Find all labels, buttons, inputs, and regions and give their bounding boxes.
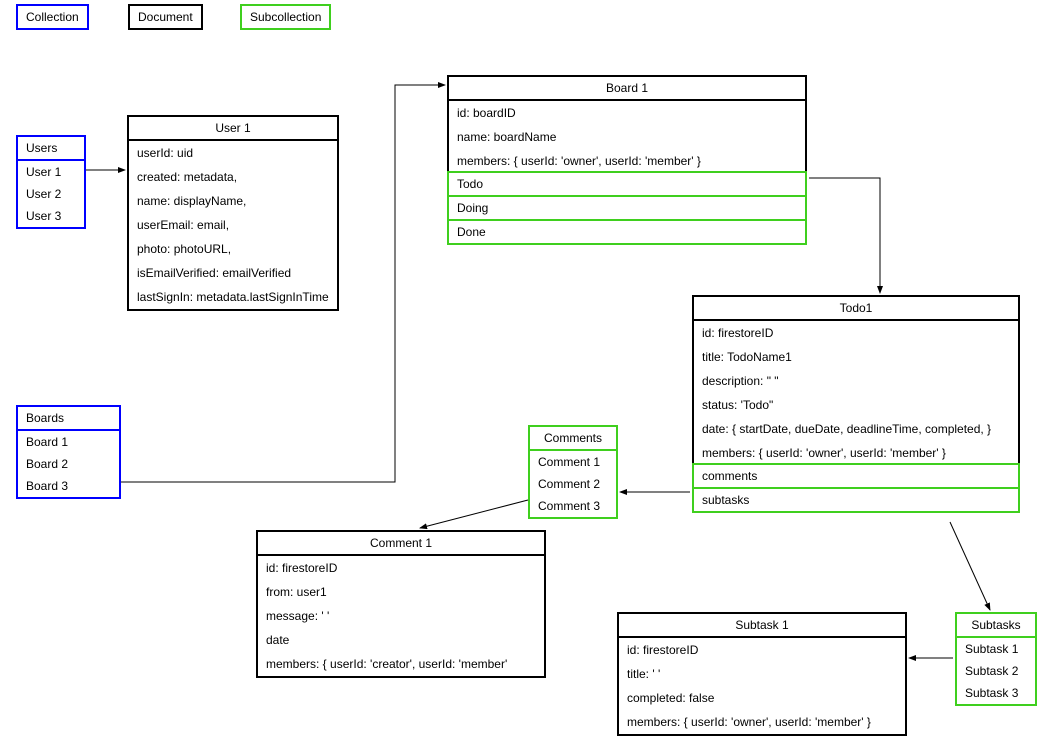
board1-title: Board 1 <box>449 77 805 101</box>
todo1-subcollection-comments: comments <box>692 463 1020 489</box>
user1-field: userEmail: email, <box>129 213 337 237</box>
comment1-field: id: firestoreID <box>258 556 544 580</box>
subtasks-subcollection: Subtasks Subtask 1 Subtask 2 Subtask 3 <box>955 612 1037 706</box>
todo1-title: Todo1 <box>694 297 1018 321</box>
legend-subcollection: Subcollection <box>240 4 331 30</box>
comment1-field: message: ' ' <box>258 604 544 628</box>
board1-subcollection-done: Done <box>447 219 807 245</box>
subtasks-item: Subtask 2 <box>957 660 1035 682</box>
users-collection: Users User 1 User 2 User 3 <box>16 135 86 229</box>
subtasks-title: Subtasks <box>957 614 1035 638</box>
board1-subcollection-todo: Todo <box>447 171 807 197</box>
board1-field: id: boardID <box>449 101 805 125</box>
subtasks-item: Subtask 1 <box>957 638 1035 660</box>
user1-title: User 1 <box>129 117 337 141</box>
todo1-field: date: { startDate, dueDate, deadlineTime… <box>694 417 1018 441</box>
subtask1-field: title: ' ' <box>619 662 905 686</box>
board1-field: name: boardName <box>449 125 805 149</box>
comments-item: Comment 3 <box>530 495 616 517</box>
board1-subcollection-doing: Doing <box>447 195 807 221</box>
users-item: User 2 <box>18 183 84 205</box>
boards-item: Board 1 <box>18 431 119 453</box>
todo1-field: description: " " <box>694 369 1018 393</box>
user1-field: lastSignIn: metadata.lastSignInTime <box>129 285 337 309</box>
boards-title: Boards <box>18 407 119 431</box>
boards-item: Board 2 <box>18 453 119 475</box>
board1-document: Board 1 id: boardID name: boardName memb… <box>447 75 807 245</box>
todo1-field: status: 'Todo" <box>694 393 1018 417</box>
subtask1-field: members: { userId: 'owner', userId: 'mem… <box>619 710 905 734</box>
comments-item: Comment 2 <box>530 473 616 495</box>
users-title: Users <box>18 137 84 161</box>
todo1-document: Todo1 id: firestoreID title: TodoName1 d… <box>692 295 1020 513</box>
users-item: User 3 <box>18 205 84 227</box>
comments-title: Comments <box>530 427 616 451</box>
subtask1-field: completed: false <box>619 686 905 710</box>
todo1-field: members: { userId: 'owner', userId: 'mem… <box>694 441 1018 465</box>
legend-collection: Collection <box>16 4 89 30</box>
user1-field: photo: photoURL, <box>129 237 337 261</box>
user1-field: isEmailVerified: emailVerified <box>129 261 337 285</box>
comment1-field: members: { userId: 'creator', userId: 'm… <box>258 652 544 676</box>
todo1-field: title: TodoName1 <box>694 345 1018 369</box>
todo1-field: id: firestoreID <box>694 321 1018 345</box>
comment1-field: from: user1 <box>258 580 544 604</box>
user1-field: name: displayName, <box>129 189 337 213</box>
comments-subcollection: Comments Comment 1 Comment 2 Comment 3 <box>528 425 618 519</box>
subtask1-title: Subtask 1 <box>619 614 905 638</box>
user1-field: userId: uid <box>129 141 337 165</box>
user1-document: User 1 userId: uid created: metadata, na… <box>127 115 339 311</box>
comment1-field: date <box>258 628 544 652</box>
comment1-document: Comment 1 id: firestoreID from: user1 me… <box>256 530 546 678</box>
subtask1-field: id: firestoreID <box>619 638 905 662</box>
user1-field: created: metadata, <box>129 165 337 189</box>
board1-field: members: { userId: 'owner', userId: 'mem… <box>449 149 805 173</box>
subtask1-document: Subtask 1 id: firestoreID title: ' ' com… <box>617 612 907 736</box>
comment1-title: Comment 1 <box>258 532 544 556</box>
subtasks-item: Subtask 3 <box>957 682 1035 704</box>
boards-item: Board 3 <box>18 475 119 497</box>
comments-item: Comment 1 <box>530 451 616 473</box>
users-item: User 1 <box>18 161 84 183</box>
boards-collection: Boards Board 1 Board 2 Board 3 <box>16 405 121 499</box>
legend-document: Document <box>128 4 203 30</box>
todo1-subcollection-subtasks: subtasks <box>692 487 1020 513</box>
